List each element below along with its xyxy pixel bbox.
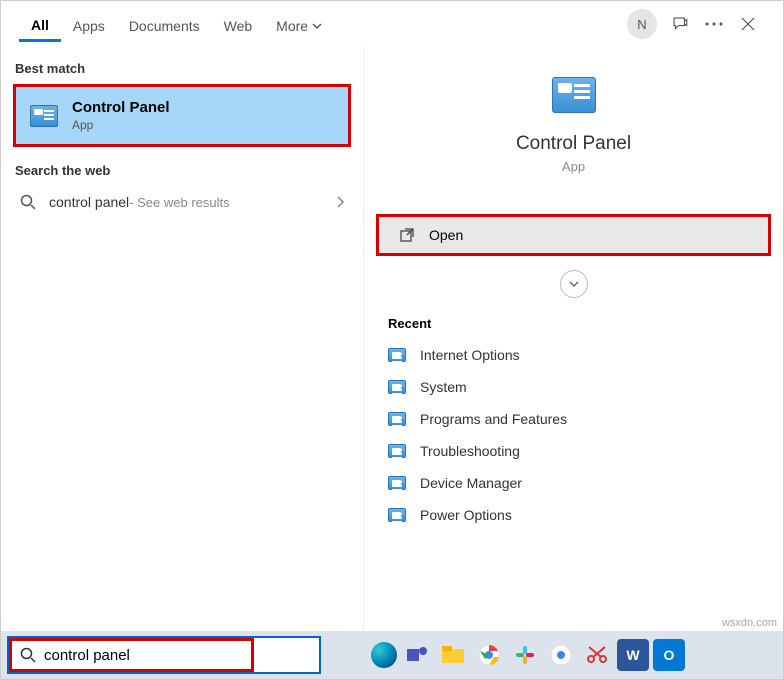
tab-web[interactable]: Web xyxy=(212,8,265,40)
open-button[interactable]: Open xyxy=(376,214,771,256)
chevron-down-icon xyxy=(568,278,580,290)
detail-title: Control Panel xyxy=(364,133,783,155)
web-result-hint: - See web results xyxy=(129,195,229,210)
taskbar-word-icon[interactable]: W xyxy=(617,639,649,671)
chevron-down-icon xyxy=(312,21,322,31)
taskbar-searchbox[interactable] xyxy=(7,636,321,674)
search-input[interactable] xyxy=(44,647,243,664)
taskbar-chrome2-icon[interactable] xyxy=(545,639,577,671)
recent-item[interactable]: Programs and Features xyxy=(364,403,783,435)
control-panel-icon xyxy=(388,476,406,490)
control-panel-icon xyxy=(388,444,406,458)
taskbar-teams-icon[interactable] xyxy=(401,639,433,671)
tab-all[interactable]: All xyxy=(19,7,61,42)
taskbar-snip-icon[interactable] xyxy=(581,639,613,671)
close-icon[interactable] xyxy=(731,7,765,41)
tab-documents[interactable]: Documents xyxy=(117,8,212,40)
detail-panel: Control Panel App Open Recent Internet O… xyxy=(363,47,783,631)
best-match-result[interactable]: Control Panel App xyxy=(13,84,351,147)
search-icon xyxy=(19,194,37,210)
control-panel-icon xyxy=(388,348,406,362)
control-panel-icon xyxy=(388,508,406,522)
recent-item[interactable]: Device Manager xyxy=(364,467,783,499)
best-match-title: Control Panel xyxy=(72,99,170,116)
tab-apps[interactable]: Apps xyxy=(61,8,117,40)
taskbar: W O xyxy=(1,631,783,679)
taskbar-chrome-icon[interactable] xyxy=(473,639,505,671)
feedback-icon[interactable] xyxy=(663,7,697,41)
avatar[interactable]: N xyxy=(627,9,657,39)
open-label: Open xyxy=(429,227,463,243)
search-tabs: All Apps Documents Web More N xyxy=(1,1,783,47)
more-options-icon[interactable] xyxy=(697,7,731,41)
recent-item-label: Programs and Features xyxy=(420,411,567,427)
tab-more-label: More xyxy=(276,18,308,34)
chevron-right-icon xyxy=(335,195,345,209)
taskbar-edge-icon[interactable] xyxy=(371,642,397,668)
web-search-label: Search the web xyxy=(1,155,363,184)
web-result[interactable]: control panel - See web results xyxy=(1,184,363,220)
recent-item[interactable]: Internet Options xyxy=(364,339,783,371)
tab-more[interactable]: More xyxy=(264,8,334,40)
recent-item-label: System xyxy=(420,379,467,395)
control-panel-icon-large xyxy=(552,77,596,113)
expand-button[interactable] xyxy=(560,270,588,298)
recent-item[interactable]: Troubleshooting xyxy=(364,435,783,467)
taskbar-explorer-icon[interactable] xyxy=(437,639,469,671)
recent-item-label: Troubleshooting xyxy=(420,443,520,459)
control-panel-icon xyxy=(388,412,406,426)
recent-item[interactable]: Power Options xyxy=(364,499,783,531)
control-panel-icon xyxy=(388,380,406,394)
open-icon xyxy=(399,227,415,243)
taskbar-outlook-icon[interactable]: O xyxy=(653,639,685,671)
results-panel: Best match Control Panel App Search the … xyxy=(1,47,363,631)
recent-item-label: Device Manager xyxy=(420,475,522,491)
detail-subtitle: App xyxy=(364,159,783,174)
recent-item[interactable]: System xyxy=(364,371,783,403)
recent-item-label: Internet Options xyxy=(420,347,520,363)
taskbar-slack-icon[interactable] xyxy=(509,639,541,671)
best-match-subtitle: App xyxy=(72,118,170,132)
search-icon xyxy=(20,647,36,663)
best-match-label: Best match xyxy=(1,53,363,82)
recent-item-label: Power Options xyxy=(420,507,512,523)
control-panel-icon xyxy=(30,105,58,127)
recent-label: Recent xyxy=(364,298,783,339)
watermark: wsxdn.com xyxy=(722,617,777,629)
web-result-text: control panel xyxy=(49,194,129,210)
